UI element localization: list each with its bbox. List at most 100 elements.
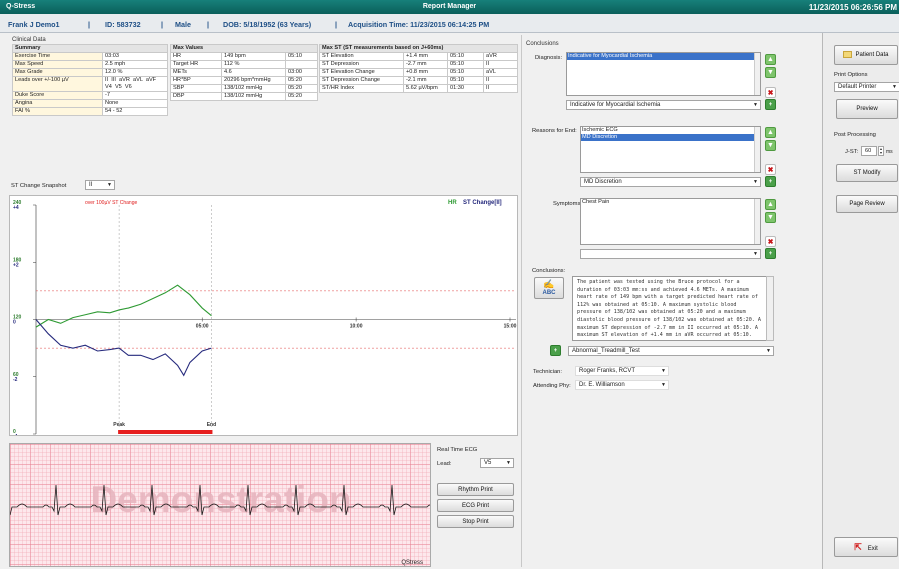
- apply-template-icon[interactable]: +: [550, 345, 561, 356]
- y-tick-label-st: 0: [13, 320, 16, 326]
- add-icon[interactable]: +: [765, 176, 776, 187]
- conclusion-text[interactable]: The patient was tested using the Bruce p…: [572, 276, 774, 341]
- add-icon[interactable]: +: [765, 99, 776, 110]
- stop-print-button[interactable]: Stop Print: [437, 515, 514, 528]
- diagnosis-select[interactable]: Indicative for Myocardial Ischemia ▼: [566, 100, 761, 110]
- reasons-for-end-label: Reasons for End:: [532, 128, 577, 134]
- x-tick-label: 05:00: [196, 324, 209, 330]
- table-value-cell: 54 - 52: [102, 107, 168, 116]
- table-row: Target HR 112 %: [170, 60, 319, 69]
- st-snapshot-label: ST Change Snapshot: [11, 183, 67, 189]
- table-row: ST Elevation +1.4 mm 05:10 aVR: [319, 52, 519, 61]
- delete-icon[interactable]: ✖: [765, 164, 776, 175]
- table-label-cell: ST Elevation: [319, 52, 404, 61]
- panel-divider: [521, 35, 522, 567]
- spell-check-button[interactable]: ✍ ABC: [534, 277, 564, 299]
- reason-item[interactable]: MD Discretion: [581, 134, 760, 141]
- patient-id: ID: 583732: [105, 20, 141, 29]
- delete-icon[interactable]: ✖: [765, 236, 776, 247]
- conclusion-template-select[interactable]: Abnormal_Treadmill_Test ▼: [568, 346, 774, 356]
- table-value-cell: -7: [102, 91, 168, 100]
- move-up-icon[interactable]: ▲: [765, 199, 776, 210]
- diagnosis-item[interactable]: Indicative for Myocardial Ischemia: [567, 53, 760, 60]
- move-up-icon[interactable]: ▲: [765, 127, 776, 138]
- conclusion-scrollbar[interactable]: [766, 276, 774, 341]
- table-row: SBP 138/102 mmHg 05:20: [170, 84, 319, 93]
- page-review-button[interactable]: Page Review: [836, 195, 898, 213]
- abc-label: ABC: [542, 290, 556, 296]
- table-value-cell: 05:20: [284, 92, 319, 101]
- add-icon[interactable]: +: [765, 248, 776, 259]
- reason-item[interactable]: Ischemic ECG: [581, 127, 760, 134]
- table-row: HR 149 bpm 05:10: [170, 52, 319, 61]
- table-value-cell: 05:10: [447, 68, 484, 77]
- scrollbar[interactable]: [754, 199, 760, 244]
- conclusions-section-label: Conclusions: [526, 41, 559, 47]
- reasons-list[interactable]: Ischemic ECG MD Discretion: [580, 126, 761, 173]
- technician-value: Roger Franks, RCVT: [579, 368, 636, 374]
- st-change-chart: 240+4180+2120060-20-405:0010:0015:00Peak…: [9, 195, 518, 436]
- move-down-icon[interactable]: ▼: [765, 212, 776, 223]
- table-label-cell: Target HR: [170, 60, 222, 69]
- table-value-cell: None: [102, 99, 168, 108]
- table-label-cell: DBP: [170, 92, 222, 101]
- exit-label: Exit: [867, 546, 878, 552]
- legend-st: ST Change[II]: [463, 200, 502, 206]
- diagnosis-label: Diagnosis:: [535, 55, 563, 61]
- table-value-cell: 05:20: [284, 84, 319, 93]
- symptoms-list[interactable]: Chest Pain: [580, 198, 761, 245]
- delete-icon[interactable]: ✖: [765, 87, 776, 98]
- move-down-icon[interactable]: ▼: [765, 67, 776, 78]
- symptoms-select[interactable]: ▼: [580, 249, 761, 259]
- ecg-print-button[interactable]: ECG Print: [437, 499, 514, 512]
- table-row: FAI % 54 - 52: [12, 107, 168, 116]
- table-row: ST Depression Change -2.1 mm 05:10 II: [319, 76, 519, 85]
- table-value-cell: 01:30: [447, 84, 484, 93]
- folder-icon: [843, 50, 853, 58]
- table-value-cell: 05:10: [447, 60, 484, 69]
- snapshot-lead-select[interactable]: II ▼: [85, 180, 115, 190]
- technician-select[interactable]: Roger Franks, RCVT ▼: [575, 366, 669, 376]
- move-up-icon[interactable]: ▲: [765, 54, 776, 65]
- summary-header: Summary: [12, 44, 168, 53]
- st-modify-button[interactable]: ST Modify: [836, 164, 898, 182]
- table-row: Max Grade 12.0 %: [12, 68, 168, 77]
- max-values-table: Max Values HR 149 bpm 05:10 Target HR 112 % M…: [169, 44, 319, 101]
- post-processing-label: Post Processing: [834, 132, 876, 138]
- table-value-cell: 05:20: [284, 76, 319, 85]
- reasons-select[interactable]: MD Discretion ▼: [580, 177, 761, 187]
- scrollbar[interactable]: [754, 53, 760, 95]
- printer-select[interactable]: Default Printer ▼: [834, 82, 899, 92]
- table-value-cell: 138/102 mmHg: [221, 84, 286, 93]
- attending-value: Dr. E. Williamson: [579, 382, 625, 388]
- jst-spinner[interactable]: ▴ ▾: [878, 146, 884, 156]
- attending-select[interactable]: Dr. E. Williamson ▼: [575, 380, 669, 390]
- patient-data-button[interactable]: Patient Data: [834, 45, 898, 65]
- table-value-cell: +0.8 mm: [403, 68, 448, 77]
- symptom-item[interactable]: Chest Pain: [581, 199, 760, 206]
- table-label-cell: Max Speed: [12, 60, 103, 69]
- preview-button[interactable]: Preview: [836, 99, 898, 119]
- table-row: Max Speed 2.5 mph: [12, 60, 168, 69]
- table-value-cell: 05:10: [447, 52, 484, 61]
- patient-sex: Male: [175, 20, 191, 29]
- rhythm-print-button[interactable]: Rhythm Print: [437, 483, 514, 496]
- ecg-strip: Demonstration QStress: [9, 443, 431, 567]
- scrollbar[interactable]: [754, 127, 760, 172]
- table-value-cell: aVL: [482, 68, 519, 77]
- chevron-down-icon: ▼: [753, 179, 758, 185]
- exit-button[interactable]: ⇱ Exit: [834, 537, 898, 557]
- table-row: Angina None: [12, 99, 168, 108]
- diagnosis-list[interactable]: Indicative for Myocardial Ischemia: [566, 52, 761, 96]
- move-down-icon[interactable]: ▼: [765, 140, 776, 151]
- attending-label: Attending Phy:: [533, 383, 571, 389]
- table-row: Leads over +/-100 µV II III aVR aVL aVF V…: [12, 76, 168, 92]
- jst-unit: ms: [886, 149, 893, 155]
- table-label-cell: Max Grade: [12, 68, 103, 77]
- acquisition-time: Acquisition Time: 11/23/2015 06:14:25 PM: [348, 20, 490, 29]
- ecg-lead-select[interactable]: V5 ▼: [480, 458, 514, 468]
- sep: |: [207, 20, 210, 29]
- template-value: Abnormal_Treadmill_Test: [572, 348, 640, 354]
- jst-input[interactable]: 60: [861, 146, 877, 156]
- sep: |: [335, 20, 338, 29]
